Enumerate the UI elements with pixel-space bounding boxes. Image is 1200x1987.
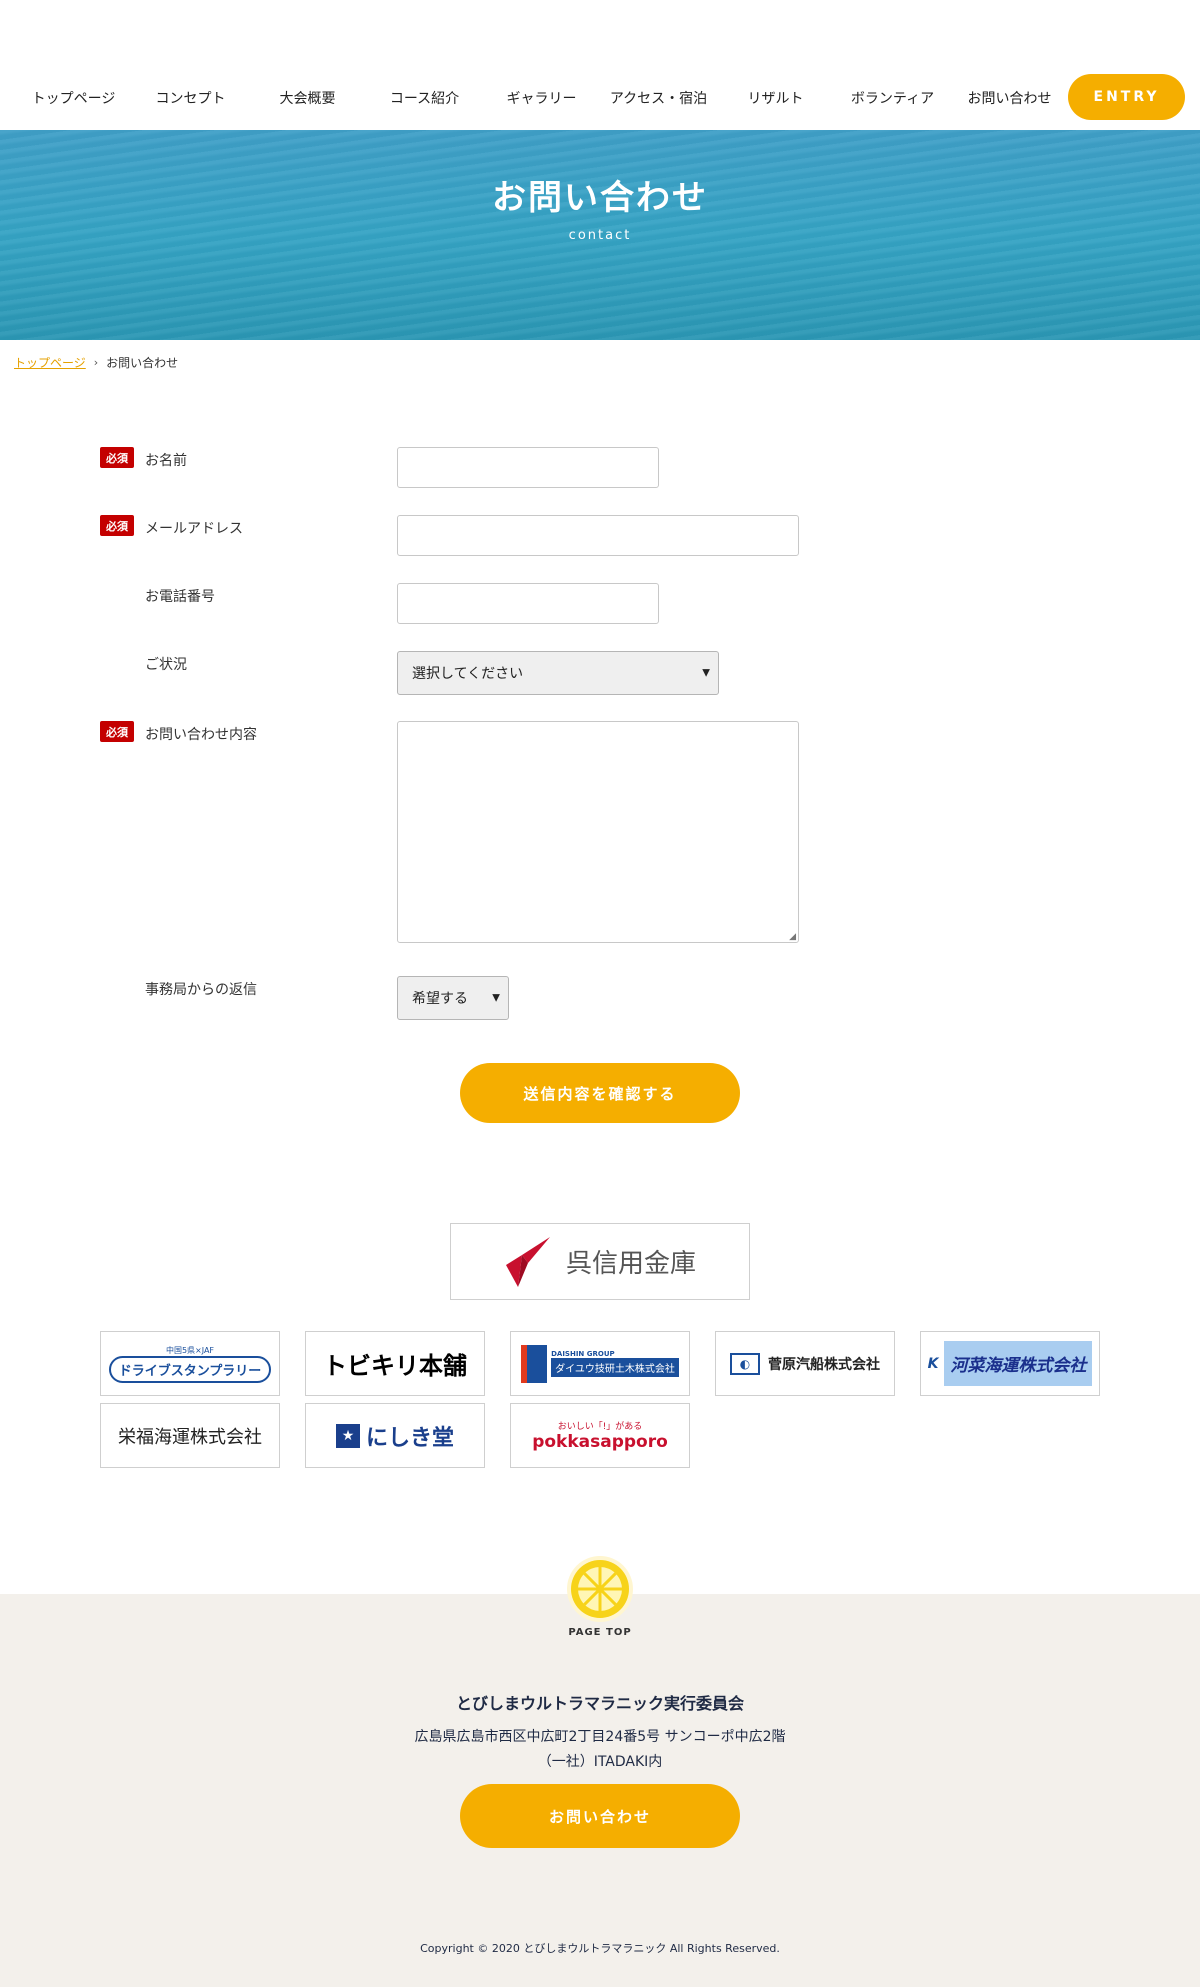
inquiry-textarea[interactable]: ◢ — [397, 721, 799, 943]
sponsor-daiyu-name: ダイユウ技研土木株式会社 — [551, 1358, 679, 1377]
sponsor-main-name: 呉信用金庫 — [565, 1249, 696, 1279]
sponsor-daiyu-group: DAISHIN GROUP — [551, 1350, 615, 1358]
sponsor-eifuku[interactable]: 栄福海運株式会社 — [100, 1403, 280, 1468]
breadcrumb-home-link[interactable]: トップページ — [14, 354, 86, 371]
lemon-icon — [567, 1556, 633, 1622]
sponsor-pokka-tagline: おいしい「!」がある — [557, 1422, 643, 1432]
reply-label: 事務局からの返信 — [145, 982, 257, 998]
phone-label: お電話番号 — [145, 589, 215, 605]
name-label: お名前 — [145, 453, 187, 469]
nav-item-course[interactable]: コース紹介 — [366, 88, 483, 108]
breadcrumb-current: お問い合わせ — [106, 356, 179, 370]
page-title: お問い合わせ — [492, 178, 708, 218]
email-field[interactable] — [397, 515, 799, 556]
nav-item-result[interactable]: リザルト — [717, 88, 834, 108]
nav-item-contact[interactable]: お問い合わせ — [951, 88, 1068, 108]
sponsor-pokka-name: pokkasapporo — [532, 1432, 668, 1452]
kawana-logo-icon: K — [927, 1355, 939, 1372]
nav-item-overview[interactable]: 大会概要 — [249, 88, 366, 108]
sponsor-pokka[interactable]: おいしい「!」がある pokkasapporo — [510, 1403, 690, 1468]
sponsor-drive-stamp-rally[interactable]: 中国5県×JAF ドライブスタンプラリー — [100, 1331, 280, 1396]
footer-address-sub: （一社）ITADAKI内 — [537, 1754, 663, 1770]
page-top-button[interactable]: PAGE TOP — [564, 1555, 636, 1639]
sponsor-drive-name: ドライブスタンプラリー — [108, 1355, 272, 1383]
confirm-submit-button[interactable]: 送信内容を確認する — [460, 1063, 740, 1123]
status-select-value: 選択してください — [412, 666, 524, 682]
resize-handle-icon[interactable]: ◢ — [789, 932, 796, 942]
sponsor-tobikiri[interactable]: トビキリ本舗 — [305, 1331, 485, 1396]
name-field[interactable] — [397, 447, 659, 488]
nav-item-top[interactable]: トップページ — [15, 88, 132, 108]
copyright: Copyright © 2020 とびしまウルトラマラニック All Right… — [420, 1942, 780, 1955]
breadcrumb: トップページ › お問い合わせ — [14, 354, 178, 371]
status-select[interactable]: 選択してください ▼ — [397, 651, 719, 695]
chevron-right-icon: › — [93, 356, 99, 369]
sponsor-nishikido[interactable]: ★ にしき堂 — [305, 1403, 485, 1468]
sponsor-daiyu[interactable]: DAISHIN GROUP ダイユウ技研土木株式会社 — [510, 1331, 690, 1396]
sponsor-kawana[interactable]: K 河菜海運株式会社 — [920, 1331, 1100, 1396]
reply-select[interactable]: 希望する ▼ — [397, 976, 509, 1020]
page-top-label: PAGE TOP — [568, 1627, 632, 1638]
inquiry-label: お問い合わせ内容 — [145, 727, 257, 743]
sponsor-drive-top: 中国5県×JAF — [165, 1345, 215, 1355]
email-label: メールアドレス — [145, 521, 243, 537]
required-badge: 必須 — [100, 721, 134, 742]
hero-banner: お問い合わせ contact — [0, 130, 1200, 340]
nav-item-volunteer[interactable]: ボランティア — [834, 88, 951, 108]
kure-shinkin-logo-icon — [505, 1236, 550, 1287]
sponsor-eifuku-name: 栄福海運株式会社 — [118, 1426, 262, 1448]
global-nav: トップページ コンセプト 大会概要 コース紹介 ギャラリー アクセス・宿泊 リザ… — [0, 74, 1200, 120]
sponsor-sugahara-name: 菅原汽船株式会社 — [768, 1356, 880, 1373]
page-subtitle: contact — [568, 228, 632, 243]
chevron-down-icon: ▼ — [492, 992, 500, 1004]
nav-item-gallery[interactable]: ギャラリー — [483, 88, 600, 108]
phone-field[interactable] — [397, 583, 659, 624]
sponsor-sugahara[interactable]: ◐ 菅原汽船株式会社 — [715, 1331, 895, 1396]
required-badge: 必須 — [100, 515, 134, 536]
footer-org-name: とびしまウルトラマラニック実行委員会 — [455, 1694, 744, 1713]
footer-address: 広島県広島市西区中広町2丁目24番5号 サンコーポ中広2階 — [414, 1729, 786, 1745]
star-icon: ★ — [335, 1423, 360, 1448]
sugahara-logo-icon: ◐ — [730, 1352, 760, 1375]
status-label: ご状況 — [145, 657, 187, 673]
sponsor-kawana-name: 河菜海運株式会社 — [944, 1341, 1093, 1386]
sponsor-nishikido-name: にしき堂 — [365, 1425, 454, 1451]
sponsor-main-kure-shinkin[interactable]: 呉信用金庫 — [450, 1223, 750, 1300]
footer-contact-button[interactable]: お問い合わせ — [460, 1784, 740, 1848]
required-badge: 必須 — [100, 447, 134, 468]
nav-item-access[interactable]: アクセス・宿泊 — [600, 88, 717, 108]
entry-button[interactable]: ENTRY — [1068, 74, 1185, 120]
nav-item-concept[interactable]: コンセプト — [132, 88, 249, 108]
sponsor-tobikiri-name: トビキリ本舗 — [323, 1352, 467, 1380]
daiyu-logo-icon — [521, 1344, 548, 1383]
chevron-down-icon: ▼ — [702, 667, 710, 679]
reply-select-value: 希望する — [412, 991, 468, 1007]
